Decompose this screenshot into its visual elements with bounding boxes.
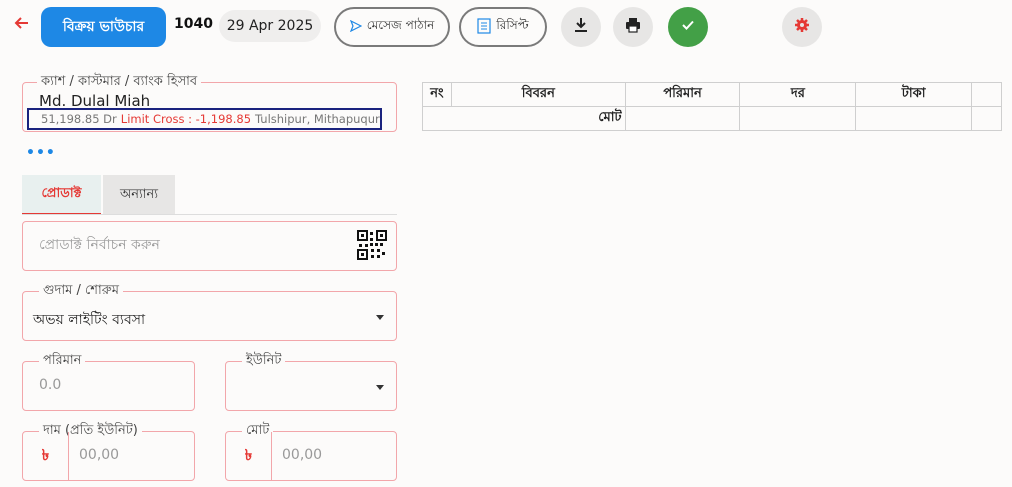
download-icon <box>574 17 588 37</box>
settings-button[interactable] <box>782 7 822 47</box>
col-header-serial: নং <box>422 82 452 107</box>
save-button[interactable] <box>668 7 708 47</box>
table-header-row: নং বিবরন পরিমান দর টাকা <box>422 82 1002 107</box>
taka-symbol: ৳ <box>23 432 69 480</box>
back-arrow-icon[interactable] <box>12 13 32 33</box>
tab-other[interactable]: অন্যান্য <box>103 175 175 215</box>
check-icon <box>681 17 695 37</box>
total-label: মোট <box>422 106 626 131</box>
total-field[interactable]: মোট ৳ 00,00 <box>225 423 397 481</box>
items-table: নং বিবরন পরিমান দর টাকা মোট <box>422 82 1002 131</box>
send-message-label: মেসেজ পাঠান <box>366 18 435 32</box>
unit-select[interactable]: ইউনিট <box>225 353 397 411</box>
party-address: Tulshipur, Mithapuqur, <box>255 112 382 126</box>
col-header-description: বিবরন <box>450 82 626 107</box>
total-rate-cell <box>739 106 857 131</box>
more-dots-icon[interactable]: ••• <box>26 145 56 161</box>
balance-info: 51,198.85 Dr Limit Cross : -1,198.85 Tul… <box>27 108 382 130</box>
voucher-number: 1040 <box>174 16 213 32</box>
unit-legend: ইউনিট <box>242 353 286 369</box>
download-button[interactable] <box>561 7 601 47</box>
receipt-button[interactable]: রিসিপ্ট <box>459 7 547 47</box>
product-select-input[interactable]: প্রোডাক্ট নির্বাচন করুন <box>22 221 397 271</box>
print-icon <box>625 17 641 37</box>
unit-price-field[interactable]: দাম (প্রতি ইউনিট) ৳ 00,00 <box>22 423 195 481</box>
send-message-button[interactable]: মেসেজ পাঠান <box>334 7 450 47</box>
godown-select[interactable]: গুদাম / শোরুম অভয় লাইটিং ব্যবসা <box>22 283 397 341</box>
party-legend: ক্যাশ / কাস্টমার / ব্যাংক হিসাব <box>37 74 202 90</box>
godown-value: অভয় লাইটিং ব্যবসা <box>33 312 146 328</box>
quantity-field[interactable]: পরিমান 0.0 <box>22 353 195 411</box>
party-field[interactable]: ক্যাশ / কাস্টমার / ব্যাংক হিসাব Md. Dula… <box>22 74 397 132</box>
godown-legend: গুদাম / শোরুম <box>39 283 123 299</box>
total-action-cell <box>971 106 1002 131</box>
table-total-row: মোট <box>422 106 1002 131</box>
quantity-legend: পরিমান <box>39 353 86 369</box>
limit-cross-text: Limit Cross : -1,198.85 <box>120 112 252 126</box>
col-header-quantity: পরিমান <box>624 82 741 107</box>
quantity-placeholder: 0.0 <box>39 377 62 393</box>
col-header-rate: দর <box>739 82 857 107</box>
tab-divider <box>22 214 397 215</box>
tab-product[interactable]: প্রোডাক্ট <box>22 175 101 215</box>
product-placeholder: প্রোডাক্ট নির্বাচন করুন <box>39 237 160 253</box>
price-placeholder: 00,00 <box>79 447 120 463</box>
send-icon <box>349 19 363 35</box>
total-placeholder: 00,00 <box>282 447 323 463</box>
receipt-label: রিসিপ্ট <box>496 18 529 32</box>
taka-symbol: ৳ <box>226 432 272 480</box>
col-header-amount: টাকা <box>855 82 973 107</box>
balance-amount: 51,198.85 Dr <box>41 112 117 126</box>
col-header-action <box>971 82 1002 107</box>
date-picker[interactable]: 29 Apr 2025 <box>219 10 321 42</box>
document-icon <box>477 17 491 37</box>
gear-icon <box>794 17 810 38</box>
print-button[interactable] <box>613 7 653 47</box>
total-amount-cell <box>855 106 973 131</box>
total-quantity-cell <box>624 106 741 131</box>
qr-code-icon[interactable] <box>357 230 387 260</box>
chevron-down-icon <box>376 385 384 390</box>
voucher-type-button[interactable]: বিক্রয় ভাউচার <box>41 7 166 47</box>
chevron-down-icon <box>376 315 384 320</box>
